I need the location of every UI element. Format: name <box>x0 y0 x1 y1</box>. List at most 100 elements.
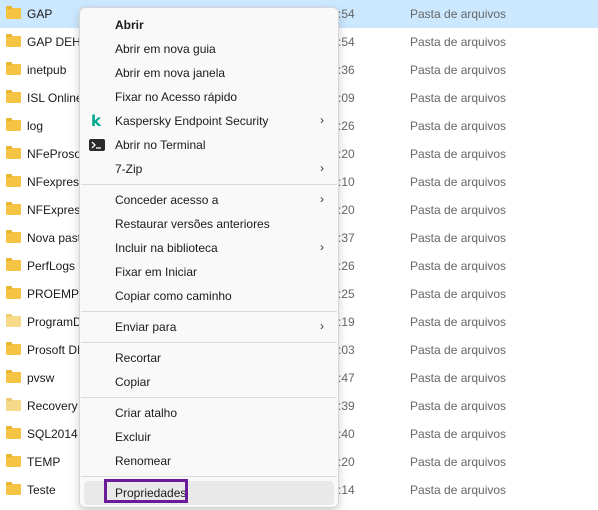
file-name: Recovery <box>27 399 78 413</box>
menu-item-pin-quick-access[interactable]: Fixar no Acesso rápido <box>84 85 334 109</box>
file-type: Pasta de arquivos <box>410 259 507 273</box>
file-type: Pasta de arquivos <box>410 427 507 441</box>
menu-item-open-terminal[interactable]: Abrir no Terminal <box>84 133 334 157</box>
menu-item-copy[interactable]: Copiar <box>84 370 334 394</box>
file-name: Teste <box>27 483 56 497</box>
file-type: Pasta de arquivos <box>410 91 507 105</box>
context-menu: Abrir Abrir em nova guia Abrir em nova j… <box>79 7 339 508</box>
menu-separator <box>81 184 337 185</box>
menu-item-label: Abrir no Terminal <box>115 138 206 152</box>
file-date: :03 <box>338 343 355 357</box>
file-name: SQL2014 <box>27 427 78 441</box>
file-date: :54 <box>338 7 355 21</box>
menu-item-label: Enviar para <box>115 320 177 334</box>
menu-item-label: Renomear <box>115 454 172 468</box>
file-type: Pasta de arquivos <box>410 63 507 77</box>
folder-icon <box>6 6 21 19</box>
menu-item-label: Abrir <box>115 18 144 32</box>
file-type: Pasta de arquivos <box>410 7 507 21</box>
folder-icon <box>6 454 21 467</box>
file-type: Pasta de arquivos <box>410 231 507 245</box>
file-name: log <box>27 119 44 133</box>
folder-icon <box>6 118 21 131</box>
file-type: Pasta de arquivos <box>410 119 507 133</box>
menu-item-rename[interactable]: Renomear <box>84 449 334 473</box>
chevron-right-icon: › <box>320 192 324 206</box>
menu-item-label: Fixar no Acesso rápido <box>115 90 238 104</box>
file-name: NFeProso <box>27 147 82 161</box>
file-date: :20 <box>338 147 355 161</box>
menu-item-cut[interactable]: Recortar <box>84 346 334 370</box>
menu-item-label: Abrir em nova janela <box>115 66 226 80</box>
chevron-right-icon: › <box>320 113 324 127</box>
file-date: :09 <box>338 91 355 105</box>
menu-item-label: Conceder acesso a <box>115 193 219 207</box>
menu-item-label: Abrir em nova guia <box>115 42 216 56</box>
menu-separator <box>81 397 337 398</box>
file-type: Pasta de arquivos <box>410 147 507 161</box>
file-date: :20 <box>338 455 355 469</box>
folder-icon <box>6 342 21 355</box>
menu-item-restore-versions[interactable]: Restaurar versões anteriores <box>84 212 334 236</box>
file-type: Pasta de arquivos <box>410 315 507 329</box>
menu-item-delete[interactable]: Excluir <box>84 425 334 449</box>
file-date: :26 <box>338 259 355 273</box>
file-date: :19 <box>338 315 355 329</box>
menu-item-label: Recortar <box>115 351 162 365</box>
file-date: :47 <box>338 371 355 385</box>
file-type: Pasta de arquivos <box>410 203 507 217</box>
folder-icon <box>6 62 21 75</box>
folder-icon <box>6 398 21 411</box>
file-type: Pasta de arquivos <box>410 287 507 301</box>
file-date: :14 <box>338 483 355 497</box>
menu-item-7zip[interactable]: 7-Zip › <box>84 157 334 181</box>
file-date: :40 <box>338 427 355 441</box>
menu-item-label: Copiar como caminho <box>115 289 232 303</box>
file-name: NFexpress <box>27 175 86 189</box>
folder-icon <box>6 370 21 383</box>
file-name: GAP DEH <box>27 35 81 49</box>
file-date: :39 <box>338 399 355 413</box>
file-date: :10 <box>338 175 355 189</box>
file-type: Pasta de arquivos <box>410 371 507 385</box>
file-date: :25 <box>338 287 355 301</box>
menu-item-open-new-window[interactable]: Abrir em nova janela <box>84 61 334 85</box>
menu-item-label: Kaspersky Endpoint Security <box>115 114 269 128</box>
folder-icon <box>6 90 21 103</box>
file-name: PerfLogs <box>27 259 76 273</box>
file-type: Pasta de arquivos <box>410 455 507 469</box>
folder-icon <box>6 202 21 215</box>
file-name: NFExpress <box>27 203 87 217</box>
folder-icon <box>6 230 21 243</box>
menu-item-copy-path[interactable]: Copiar como caminho <box>84 284 334 308</box>
menu-item-label: Excluir <box>115 430 152 444</box>
menu-item-label: 7-Zip <box>115 162 143 176</box>
menu-item-pin-start[interactable]: Fixar em Iniciar <box>84 260 334 284</box>
menu-item-create-shortcut[interactable]: Criar atalho <box>84 401 334 425</box>
file-name: ProgramD <box>27 315 82 329</box>
menu-item-open-new-tab[interactable]: Abrir em nova guia <box>84 37 334 61</box>
file-date: :20 <box>338 203 355 217</box>
properties-highlight-box <box>104 479 188 503</box>
file-name: TEMP <box>27 455 61 469</box>
menu-item-label: Incluir na biblioteca <box>115 241 218 255</box>
menu-item-grant-access[interactable]: Conceder acesso a › <box>84 188 334 212</box>
menu-separator <box>81 342 337 343</box>
menu-item-include-library[interactable]: Incluir na biblioteca › <box>84 236 334 260</box>
folder-icon <box>6 426 21 439</box>
chevron-right-icon: › <box>320 240 324 254</box>
file-date: :37 <box>338 231 355 245</box>
folder-icon <box>6 174 21 187</box>
menu-item-open[interactable]: Abrir <box>84 13 334 37</box>
file-date: :54 <box>338 35 355 49</box>
menu-item-label: Restaurar versões anteriores <box>115 217 270 231</box>
menu-item-label: Criar atalho <box>115 406 178 420</box>
menu-item-send-to[interactable]: Enviar para › <box>84 315 334 339</box>
file-type: Pasta de arquivos <box>410 399 507 413</box>
menu-item-kaspersky[interactable]: k Kaspersky Endpoint Security › <box>84 109 334 133</box>
chevron-right-icon: › <box>320 161 324 175</box>
file-type: Pasta de arquivos <box>410 35 507 49</box>
folder-icon <box>6 314 21 327</box>
file-name: GAP <box>27 7 53 21</box>
kaspersky-icon: k <box>91 112 101 130</box>
